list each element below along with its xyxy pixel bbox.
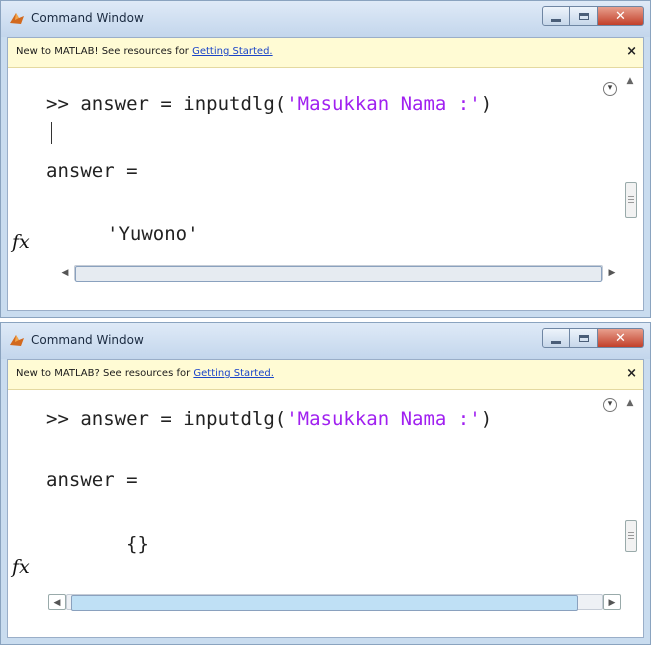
result-label: answer =	[46, 469, 138, 491]
close-icon: ✕	[615, 330, 626, 346]
maximize-icon	[578, 12, 589, 20]
info-close-button[interactable]: ×	[626, 366, 637, 381]
vertical-scrollbar[interactable]: ▲	[623, 398, 637, 587]
horizontal-scroll-track[interactable]	[66, 594, 603, 611]
command-area[interactable]: >> answer = inputdlg('Masukkan Nama :') …	[8, 68, 643, 310]
grip-line	[628, 199, 634, 200]
command-text: >> answer = inputdlg(	[46, 408, 287, 430]
string-literal: 'Masukkan Nama :'	[286, 93, 481, 115]
command-line: >> answer = inputdlg('Masukkan Nama :')	[46, 408, 492, 430]
maximize-icon	[578, 334, 589, 342]
info-prefix: New to MATLAB? See resources for	[16, 368, 194, 379]
title-bar[interactable]: Command Window ✕	[1, 1, 650, 37]
grip-line	[628, 535, 634, 536]
grip-line	[628, 538, 634, 539]
horizontal-scrollbar[interactable]: ◀ ▶	[56, 265, 621, 283]
grip-line	[628, 532, 634, 533]
string-literal: 'Masukkan Nama :'	[286, 408, 481, 430]
command-window-1: Command Window ✕ New to MATLAB! See reso…	[0, 0, 651, 318]
info-bar: New to MATLAB? See resources for Getting…	[8, 360, 643, 390]
window-controls: ✕	[542, 328, 644, 350]
fx-icon[interactable]: fx	[12, 556, 30, 578]
horizontal-scroll-thumb[interactable]	[75, 266, 602, 282]
info-bar: New to MATLAB! See resources for Getting…	[8, 38, 643, 68]
info-text: New to MATLAB! See resources for Getting…	[16, 46, 273, 57]
minimize-icon	[551, 340, 561, 344]
result-value: {}	[126, 533, 149, 555]
result-label: answer =	[46, 160, 138, 182]
scroll-arrow-icon[interactable]: ▲	[623, 76, 637, 88]
command-line: >> answer = inputdlg('Masukkan Nama :')	[46, 93, 492, 115]
info-prefix: New to MATLAB! See resources for	[16, 46, 193, 57]
window-title: Command Window	[31, 333, 144, 347]
command-panel: New to MATLAB? See resources for Getting…	[7, 359, 644, 638]
fx-icon[interactable]: fx	[12, 231, 30, 253]
close-button[interactable]: ✕	[598, 328, 644, 348]
close-icon: ✕	[615, 8, 626, 24]
result-value: 'Yuwono'	[107, 223, 199, 245]
title-bar[interactable]: Command Window ✕	[1, 323, 650, 359]
scroll-left-icon[interactable]: ◀	[48, 594, 66, 610]
info-text: New to MATLAB? See resources for Getting…	[16, 368, 274, 379]
grip-line	[628, 196, 634, 197]
minimize-button[interactable]	[542, 6, 570, 26]
maximize-button[interactable]	[570, 6, 598, 26]
minimize-button[interactable]	[542, 328, 570, 348]
minimize-icon	[551, 18, 561, 22]
command-area[interactable]: >> answer = inputdlg('Masukkan Nama :') …	[8, 390, 643, 637]
scroll-arrow-icon[interactable]: ▲	[623, 398, 637, 410]
command-panel: New to MATLAB! See resources for Getting…	[7, 37, 644, 311]
maximize-button[interactable]	[570, 328, 598, 348]
scroll-left-icon[interactable]: ◀	[56, 265, 74, 281]
horizontal-scroll-track[interactable]	[74, 265, 603, 282]
getting-started-link[interactable]: Getting Started.	[192, 46, 273, 57]
scroll-right-icon[interactable]: ▶	[603, 265, 621, 281]
vertical-scrollbar[interactable]: ▲	[623, 76, 637, 264]
horizontal-scrollbar[interactable]: ◀ ▶	[48, 594, 621, 612]
window-controls: ✕	[542, 6, 644, 28]
command-text: >> answer = inputdlg(	[46, 93, 287, 115]
close-button[interactable]: ✕	[598, 6, 644, 26]
command-close-paren: )	[480, 408, 493, 430]
info-close-button[interactable]: ×	[626, 44, 637, 59]
text-cursor	[51, 122, 52, 144]
grip-line	[628, 202, 634, 203]
vertical-scroll-thumb[interactable]	[625, 182, 637, 218]
vertical-scroll-thumb[interactable]	[625, 520, 637, 552]
getting-started-link[interactable]: Getting Started.	[193, 368, 274, 379]
options-icon[interactable]: ▾	[603, 82, 617, 96]
horizontal-scroll-thumb[interactable]	[71, 595, 578, 611]
command-window-2: Command Window ✕ New to MATLAB? See reso…	[0, 322, 651, 645]
options-icon[interactable]: ▾	[603, 398, 617, 412]
matlab-logo-icon	[10, 335, 24, 346]
scroll-right-icon[interactable]: ▶	[603, 594, 621, 610]
command-close-paren: )	[480, 93, 493, 115]
window-title: Command Window	[31, 11, 144, 25]
matlab-logo-icon	[10, 13, 24, 24]
